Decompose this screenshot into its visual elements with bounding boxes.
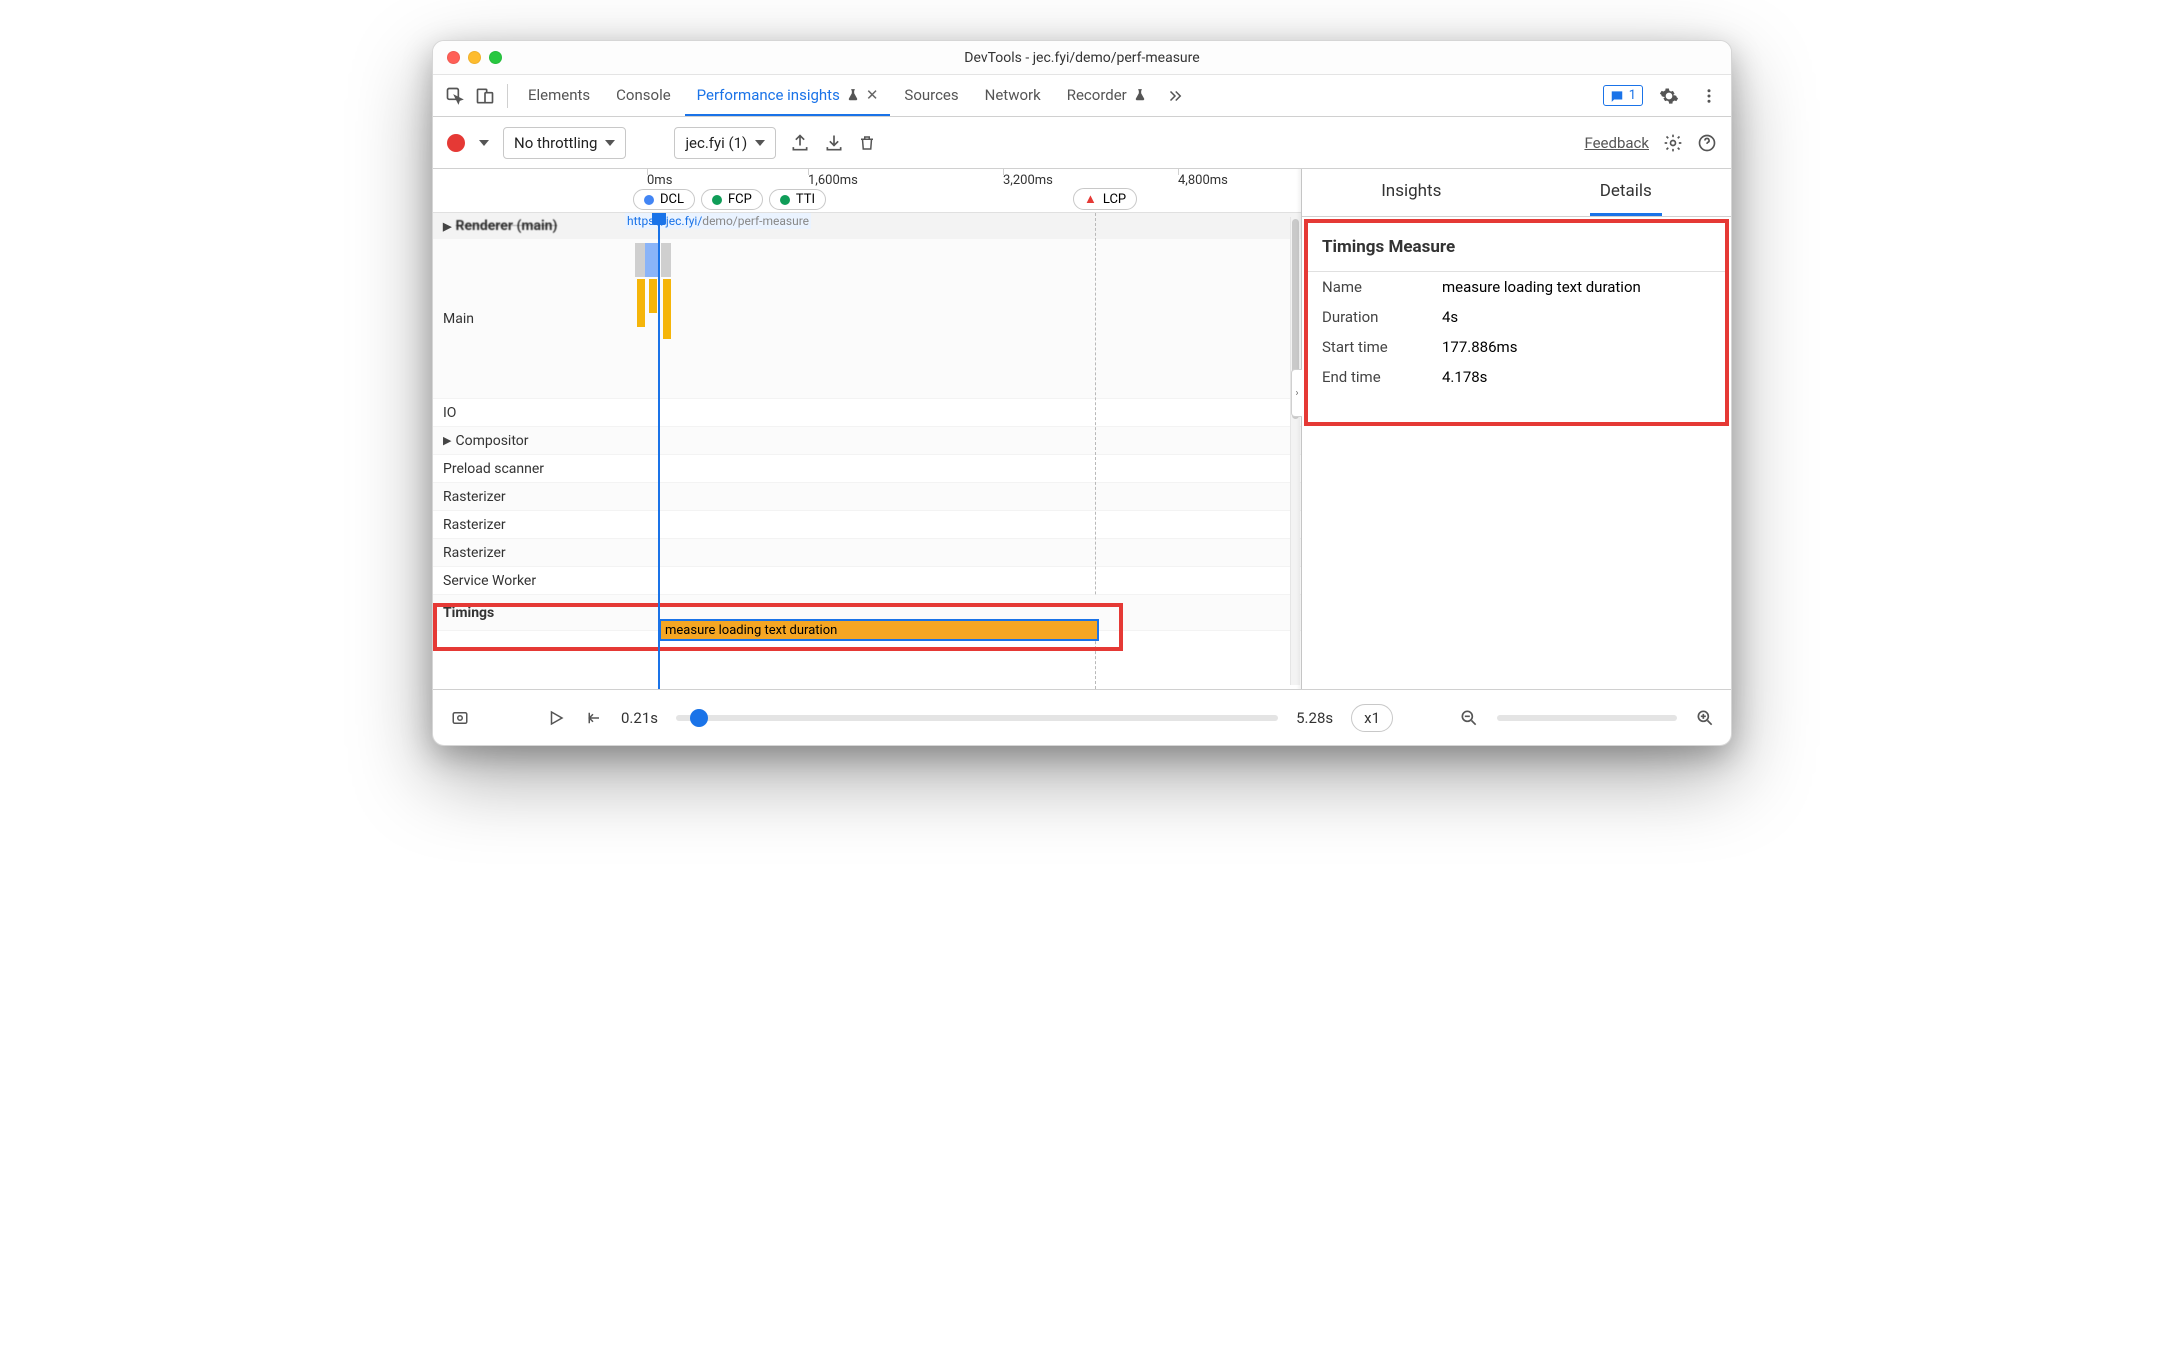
track-rasterizer[interactable]: Rasterizer xyxy=(433,539,1301,567)
recording-select[interactable]: jec.fyi (1) xyxy=(674,127,776,159)
ruler-tick: 0ms xyxy=(647,173,672,188)
ruler-tick: 1,600ms xyxy=(808,173,858,188)
rewind-icon[interactable] xyxy=(583,709,603,727)
tab-network[interactable]: Network xyxy=(973,76,1053,116)
close-tab-icon[interactable]: ✕ xyxy=(866,86,879,104)
throttling-select[interactable]: No throttling xyxy=(503,127,626,159)
details-header: Timings Measure xyxy=(1308,223,1725,272)
window-titlebar: DevTools - jec.fyi/demo/perf-measure xyxy=(433,41,1731,75)
detail-key: End time xyxy=(1322,368,1442,386)
window-title: DevTools - jec.fyi/demo/perf-measure xyxy=(433,50,1731,66)
track-rasterizer[interactable]: Rasterizer xyxy=(433,511,1301,539)
detail-value: 4s xyxy=(1442,308,1458,326)
track-service-worker[interactable]: Service Worker xyxy=(433,567,1301,595)
inspect-element-icon[interactable] xyxy=(441,82,469,110)
marker-dcl[interactable]: DCL xyxy=(633,189,695,210)
track-io[interactable]: IO xyxy=(433,399,1301,427)
tab-recorder[interactable]: Recorder xyxy=(1055,76,1159,116)
perf-content: 0ms 1,600ms 3,200ms 4,800ms DCL FCP TTI … xyxy=(433,169,1731,689)
marker-tti[interactable]: TTI xyxy=(769,189,826,210)
track-rasterizer[interactable]: Rasterizer xyxy=(433,483,1301,511)
tab-details[interactable]: Details xyxy=(1590,169,1662,216)
recording-value: jec.fyi (1) xyxy=(685,134,747,152)
detail-key: Start time xyxy=(1322,338,1442,356)
import-icon[interactable] xyxy=(824,133,844,153)
timeline-pane: 0ms 1,600ms 3,200ms 4,800ms DCL FCP TTI … xyxy=(433,169,1301,689)
track-timings[interactable]: Timings measure loading text duration xyxy=(433,595,1301,631)
tab-label: Recorder xyxy=(1067,86,1127,104)
playback-bar: 0.21s 5.28s x1 xyxy=(433,689,1731,745)
collapse-side-icon[interactable]: › xyxy=(1291,369,1302,417)
tab-performance-insights[interactable]: Performance insights ✕ xyxy=(685,76,891,116)
toggle-overview-icon[interactable] xyxy=(449,709,471,727)
chevron-down-icon xyxy=(755,140,765,146)
expand-icon: ▶ xyxy=(443,220,451,233)
help-icon[interactable] xyxy=(1697,133,1717,153)
feedback-link[interactable]: Feedback xyxy=(1584,134,1649,152)
settings-icon[interactable] xyxy=(1655,82,1683,110)
ruler-tick: 3,200ms xyxy=(1003,173,1053,188)
detail-value: 4.178s xyxy=(1442,368,1487,386)
zoom-in-icon[interactable] xyxy=(1695,708,1715,728)
panel-settings-icon[interactable] xyxy=(1663,133,1683,153)
details-card: Timings Measure Namemeasure loading text… xyxy=(1304,219,1729,426)
devtools-window: DevTools - jec.fyi/demo/perf-measure Ele… xyxy=(432,40,1732,746)
zoom-slider[interactable] xyxy=(1497,715,1677,721)
detail-key: Duration xyxy=(1322,308,1442,326)
record-menu-icon[interactable] xyxy=(479,140,489,146)
record-button[interactable] xyxy=(447,134,465,152)
track-main[interactable]: Main xyxy=(433,239,1301,399)
time-ruler[interactable]: 0ms 1,600ms 3,200ms 4,800ms DCL FCP TTI … xyxy=(433,169,1301,213)
playhead[interactable] xyxy=(658,213,660,689)
tab-sources[interactable]: Sources xyxy=(892,76,970,116)
range-start: 0.21s xyxy=(621,709,658,727)
experiment-icon xyxy=(1133,88,1147,102)
throttling-value: No throttling xyxy=(514,134,597,152)
range-end: 5.28s xyxy=(1296,709,1333,727)
timings-measure-bar[interactable]: measure loading text duration xyxy=(659,619,1099,641)
detail-value: 177.886ms xyxy=(1442,338,1517,356)
play-icon[interactable] xyxy=(547,709,565,727)
detail-value: measure loading text duration xyxy=(1442,278,1641,296)
time-range-slider[interactable] xyxy=(676,715,1278,721)
warning-icon: ▲ xyxy=(1084,191,1097,207)
tab-elements[interactable]: Elements xyxy=(516,76,602,116)
perf-toolbar: No throttling jec.fyi (1) Feedback xyxy=(433,117,1731,169)
track-preload-scanner[interactable]: Preload scanner xyxy=(433,455,1301,483)
marker-lcp[interactable]: ▲LCP xyxy=(1073,188,1137,210)
zoom-out-icon[interactable] xyxy=(1459,708,1479,728)
track-compositor[interactable]: ▶Compositor xyxy=(433,427,1301,455)
ruler-tick: 4,800ms xyxy=(1178,173,1228,188)
issues-badge[interactable]: 1 xyxy=(1603,85,1643,106)
tab-insights[interactable]: Insights xyxy=(1371,169,1451,216)
delete-icon[interactable] xyxy=(858,133,876,153)
more-tabs-icon[interactable] xyxy=(1161,82,1189,110)
track-renderer[interactable]: ▶Renderer (main) https://jec.fyi/demo/pe… xyxy=(433,213,1301,239)
experiment-icon xyxy=(846,88,860,102)
export-icon[interactable] xyxy=(790,133,810,153)
tab-console[interactable]: Console xyxy=(604,76,683,116)
device-toolbar-icon[interactable] xyxy=(471,82,499,110)
side-panel: › Insights Details Timings Measure Namem… xyxy=(1301,169,1731,689)
tracks: ▶Renderer (main) https://jec.fyi/demo/pe… xyxy=(433,213,1301,689)
chevron-down-icon xyxy=(605,140,615,146)
marker-fcp[interactable]: FCP xyxy=(701,189,763,210)
detail-key: Name xyxy=(1322,278,1442,296)
speed-chip[interactable]: x1 xyxy=(1351,704,1393,732)
tab-label: Performance insights xyxy=(697,86,840,104)
panel-tabs: Elements Console Performance insights ✕ … xyxy=(433,75,1731,117)
kebab-menu-icon[interactable] xyxy=(1695,82,1723,110)
expand-icon: ▶ xyxy=(443,434,451,447)
issues-count: 1 xyxy=(1629,88,1636,103)
